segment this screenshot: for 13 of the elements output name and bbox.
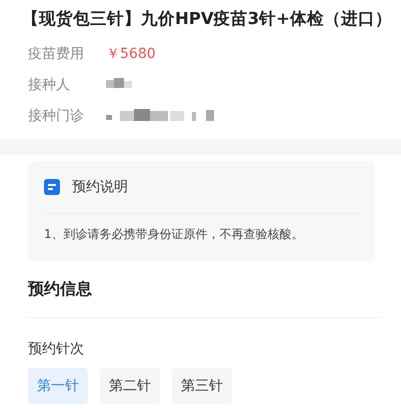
document-icon [44, 179, 60, 195]
dose-option[interactable]: 第二针 [100, 368, 160, 404]
field-label: 接种人 [28, 76, 71, 94]
price-value: ￥5680 [106, 44, 156, 62]
notice-text: 1、到诊请务必携带身份证原件，不再查验核酸。 [44, 226, 305, 243]
dose-option[interactable]: 第一针 [28, 368, 88, 404]
field-label: 疫苗费用 [28, 44, 85, 62]
product-title: 【现货包三针】九价HPV疫苗3针+体检（进口） [22, 8, 393, 30]
dose-option[interactable]: 第三针 [172, 368, 232, 404]
section-title: 预约信息 [28, 261, 381, 318]
field-label: 接种门诊 [28, 106, 85, 124]
notice-title: 预约说明 [72, 178, 128, 196]
dose-label: 预约针次 [28, 340, 85, 358]
